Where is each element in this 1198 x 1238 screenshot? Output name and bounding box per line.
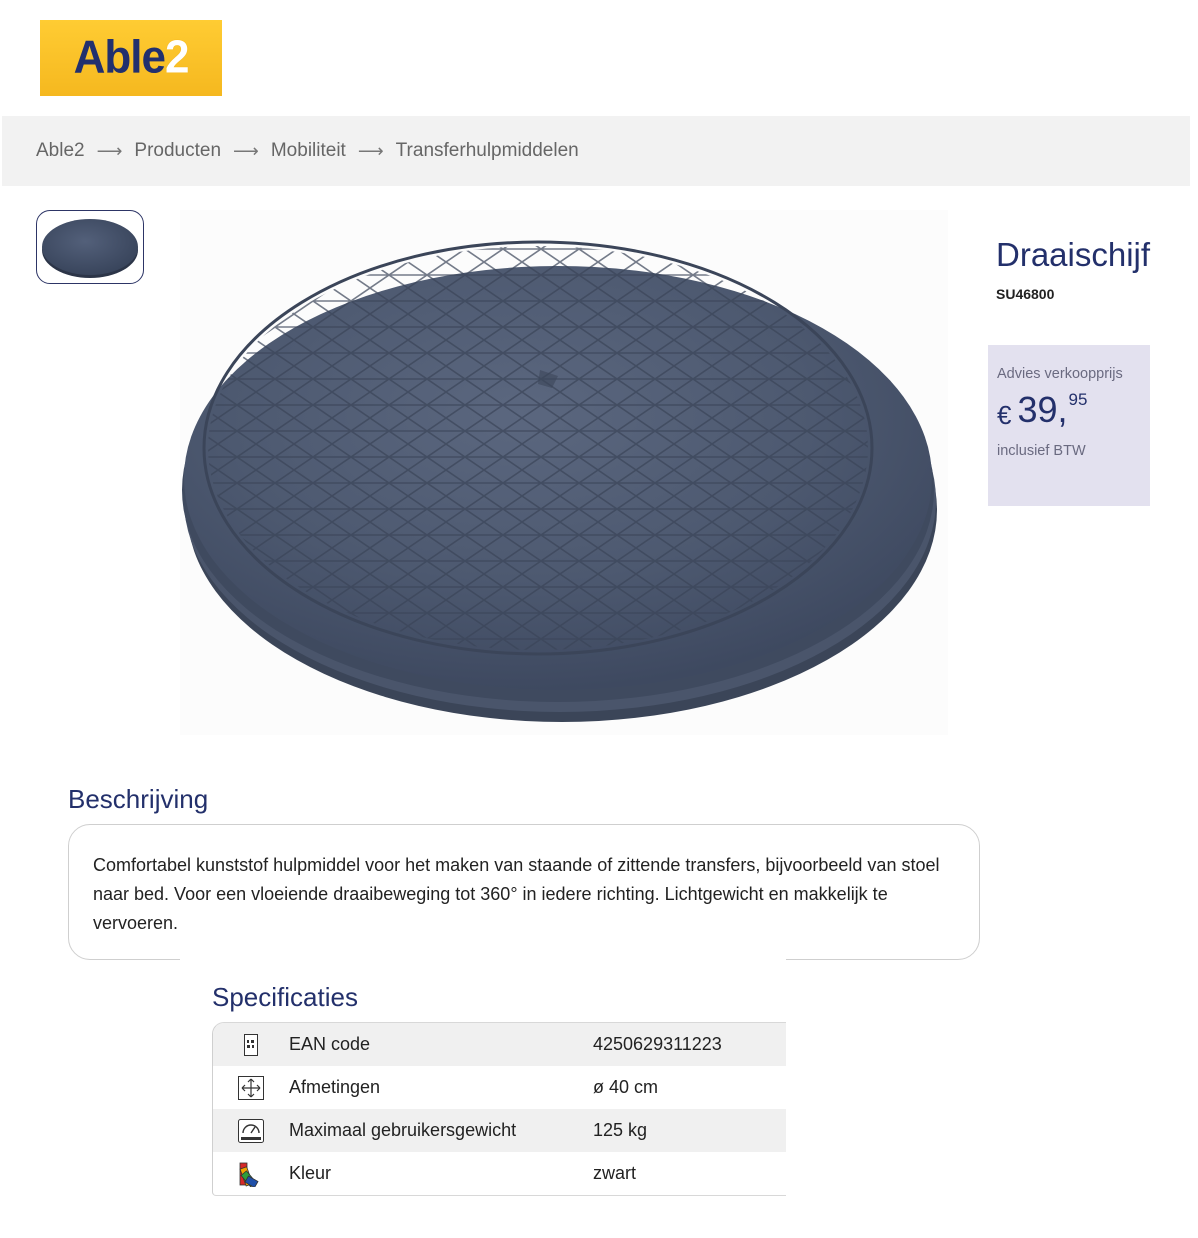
able2-logo[interactable]: Able2 xyxy=(40,20,222,96)
product-title: Draaischijf xyxy=(996,236,1151,273)
spec-row-dimensions: Afmetingen ø 40 cm xyxy=(213,1066,786,1109)
price-vat-note: inclusief BTW xyxy=(997,443,1086,459)
price-box: Advies verkoopprijs € 39, 95 inclusief B… xyxy=(988,345,1150,506)
description-title: Beschrijving xyxy=(68,784,209,814)
barcode-icon xyxy=(213,1033,289,1056)
spec-row-max-weight: Maximaal gebruikersgewicht 125 kg xyxy=(213,1109,786,1152)
specifications-title: Specificaties xyxy=(212,982,358,1012)
rotating-disc-image xyxy=(182,240,937,722)
dimensions-icon xyxy=(213,1075,289,1100)
breadcrumb-item-able2[interactable]: Able2 xyxy=(36,140,85,162)
product-sku: SU46800 xyxy=(996,286,1055,302)
description-text: Comfortabel kunststof hulpmiddel voor he… xyxy=(93,855,940,933)
breadcrumb-item-producten[interactable]: Producten xyxy=(134,140,221,162)
breadcrumb-separator-icon: ⟶ xyxy=(357,140,384,162)
spec-label: Kleur xyxy=(289,1163,332,1183)
breadcrumb-separator-icon: ⟶ xyxy=(96,140,123,162)
spec-value: zwart xyxy=(593,1163,637,1183)
spec-label: Afmetingen xyxy=(289,1077,381,1097)
spec-label: EAN code xyxy=(289,1034,371,1054)
price: € 39, 95 xyxy=(997,389,1141,431)
spec-value: 125 kg xyxy=(593,1120,648,1140)
spec-row-color: Kleur zwart xyxy=(213,1152,786,1195)
description-box: Comfortabel kunststof hulpmiddel voor he… xyxy=(68,824,980,960)
breadcrumb-item-transferhulpmiddelen[interactable]: Transferhulpmiddelen xyxy=(396,140,579,162)
price-whole: 39, xyxy=(1017,389,1068,430)
product-thumbnail[interactable] xyxy=(36,210,144,284)
spec-value: ø 40 cm xyxy=(593,1077,659,1097)
breadcrumb-item-mobiliteit[interactable]: Mobiliteit xyxy=(271,140,346,162)
breadcrumb-separator-icon: ⟶ xyxy=(233,140,259,162)
price-label: Advies verkoopprijs xyxy=(997,366,1123,382)
spec-row-ean: EAN code 4250629311223 xyxy=(213,1023,786,1066)
disc-thumbnail-image xyxy=(42,219,138,278)
spec-label: Maximaal gebruikersgewicht xyxy=(289,1120,517,1140)
logo-text: Able2 xyxy=(73,31,190,84)
specifications-table: EAN code 4250629311223 Afmetingen ø 40 c… xyxy=(212,1022,786,1196)
product-main-image xyxy=(180,210,948,735)
description-box-cutout xyxy=(180,955,786,969)
price-currency: € xyxy=(997,400,1012,430)
scale-icon xyxy=(213,1118,289,1143)
price-cents: 95 xyxy=(1068,390,1088,409)
breadcrumb: Able2 ⟶ Producten ⟶ Mobiliteit ⟶ Transfe… xyxy=(2,116,1190,186)
color-palette-icon xyxy=(213,1161,289,1187)
spec-value: 4250629311223 xyxy=(593,1034,722,1054)
